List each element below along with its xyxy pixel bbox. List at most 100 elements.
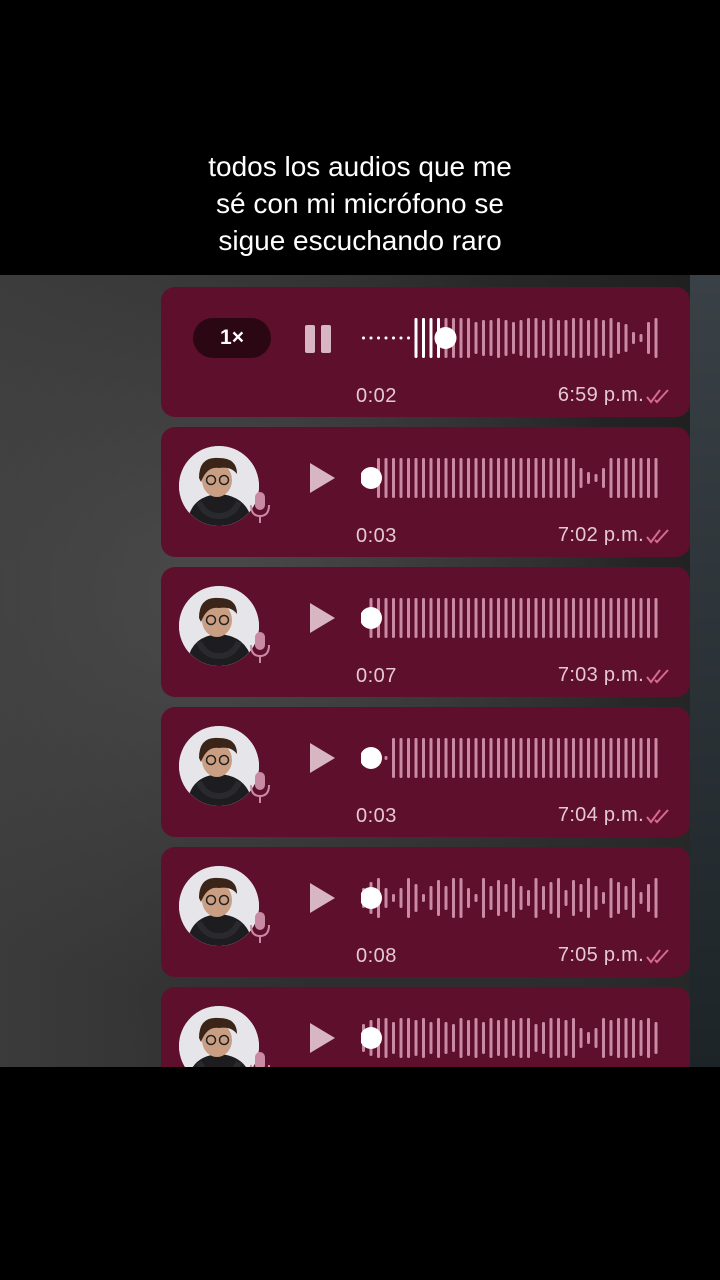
playback-thumb[interactable] xyxy=(361,607,382,629)
waveform-bar xyxy=(377,336,380,340)
waveform-bar xyxy=(392,1022,395,1054)
waveform[interactable] xyxy=(361,875,661,921)
play-icon[interactable] xyxy=(307,881,337,915)
play-icon[interactable] xyxy=(307,601,337,635)
waveform-bar xyxy=(587,472,590,484)
timestamp: 7:04 p.m. xyxy=(557,804,644,826)
waveform-bar xyxy=(557,320,560,356)
waveform-bar xyxy=(459,738,463,778)
waveform-bar xyxy=(399,1018,403,1058)
waveform-bar xyxy=(474,458,478,498)
waveform-bar xyxy=(587,738,590,778)
bottom-letterbox xyxy=(0,1067,720,1280)
waveform-bar xyxy=(594,598,598,638)
waveform-bar xyxy=(602,320,605,356)
playback-thumb[interactable] xyxy=(361,1027,382,1049)
waveform-bar xyxy=(414,598,418,638)
waveform-bar xyxy=(639,458,643,498)
duration-label: 0:03 xyxy=(356,805,397,827)
waveform-bar xyxy=(407,598,410,638)
waveform-bar xyxy=(534,1024,538,1052)
waveform-bar xyxy=(564,598,568,638)
waveform[interactable] xyxy=(361,455,661,501)
waveform-bar xyxy=(497,1020,500,1056)
waveform-bar xyxy=(474,322,478,354)
waveform-bar xyxy=(384,1018,388,1058)
waveform-bar xyxy=(437,1018,440,1058)
waveform-bar xyxy=(497,318,500,358)
waveform-bar xyxy=(654,598,658,638)
waveform-bar xyxy=(624,598,628,638)
caption-line-1: todos los audios que me xyxy=(208,151,512,182)
voice-message[interactable]: 0:03 7:04 p.m. xyxy=(161,707,690,837)
waveform[interactable] xyxy=(361,315,661,361)
waveform-bar xyxy=(422,318,425,358)
playback-thumb[interactable] xyxy=(434,327,457,349)
waveform-bar xyxy=(572,598,575,638)
play-icon[interactable] xyxy=(307,461,337,495)
mic-icon xyxy=(250,772,270,803)
waveform-bar xyxy=(594,738,598,778)
waveform-bar xyxy=(534,738,538,778)
waveform-bar xyxy=(467,318,470,358)
playback-thumb[interactable] xyxy=(361,887,382,909)
waveform[interactable] xyxy=(361,1015,661,1061)
voice-message[interactable]: 0:03 7:02 p.m. xyxy=(161,427,690,557)
waveform[interactable] xyxy=(361,735,661,781)
waveform-bar xyxy=(594,886,598,910)
voice-message[interactable]: 0:08 7:05 p.m. xyxy=(161,847,690,977)
waveform-bar xyxy=(459,1018,463,1058)
waveform-bar xyxy=(444,458,448,498)
waveform[interactable] xyxy=(361,595,661,641)
playback-thumb[interactable] xyxy=(361,747,382,769)
double-check-icon xyxy=(646,529,669,544)
waveform-bar xyxy=(639,334,643,342)
pause-icon[interactable] xyxy=(305,325,333,353)
voice-message[interactable] xyxy=(161,987,690,1067)
mic-icon xyxy=(250,632,270,663)
waveform-bar xyxy=(632,458,635,498)
waveform-bar xyxy=(602,738,605,778)
waveform-bar xyxy=(632,332,635,344)
waveform-bar xyxy=(392,458,395,498)
playback-thumb[interactable] xyxy=(361,467,382,489)
waveform-bar xyxy=(384,336,388,340)
waveform-bar xyxy=(384,756,388,760)
waveform-bar xyxy=(512,738,515,778)
waveform-bar xyxy=(504,458,508,498)
waveform-bar xyxy=(602,468,605,488)
waveform-bar xyxy=(549,882,553,914)
play-icon[interactable] xyxy=(307,741,337,775)
caption: todos los audios que me sé con mi micróf… xyxy=(0,148,720,259)
waveform-bar xyxy=(557,1018,560,1058)
waveform-bar xyxy=(459,878,463,918)
waveform-bar xyxy=(572,738,575,778)
waveform-bar xyxy=(519,738,523,778)
waveform-bar xyxy=(542,886,545,910)
waveform-bar xyxy=(474,894,478,902)
waveform-bar xyxy=(489,886,493,910)
waveform-bar xyxy=(542,320,545,356)
waveform-bar xyxy=(594,474,598,482)
waveform-bar xyxy=(632,878,635,918)
playback-speed-button[interactable]: 1× xyxy=(193,318,271,358)
waveform-bar xyxy=(527,458,530,498)
waveform-bar xyxy=(482,458,485,498)
waveform-bar xyxy=(512,598,515,638)
waveform-bar xyxy=(384,458,388,498)
waveform-bar xyxy=(444,738,448,778)
waveform-bar xyxy=(512,878,515,918)
waveform-bar xyxy=(639,892,643,904)
waveform-bar xyxy=(647,322,650,354)
voice-message[interactable]: 1× 0:02 6:59 p.m. xyxy=(161,287,690,417)
play-icon[interactable] xyxy=(307,1021,337,1055)
waveform-bar xyxy=(549,1018,553,1058)
waveform-bar xyxy=(489,320,493,356)
double-check-icon xyxy=(646,389,669,404)
waveform-bar xyxy=(467,888,470,908)
waveform-bar xyxy=(647,598,650,638)
voice-message[interactable]: 0:07 7:03 p.m. xyxy=(161,567,690,697)
waveform-bar xyxy=(504,1018,508,1058)
waveform-bar xyxy=(519,886,523,910)
waveform-bar xyxy=(392,598,395,638)
